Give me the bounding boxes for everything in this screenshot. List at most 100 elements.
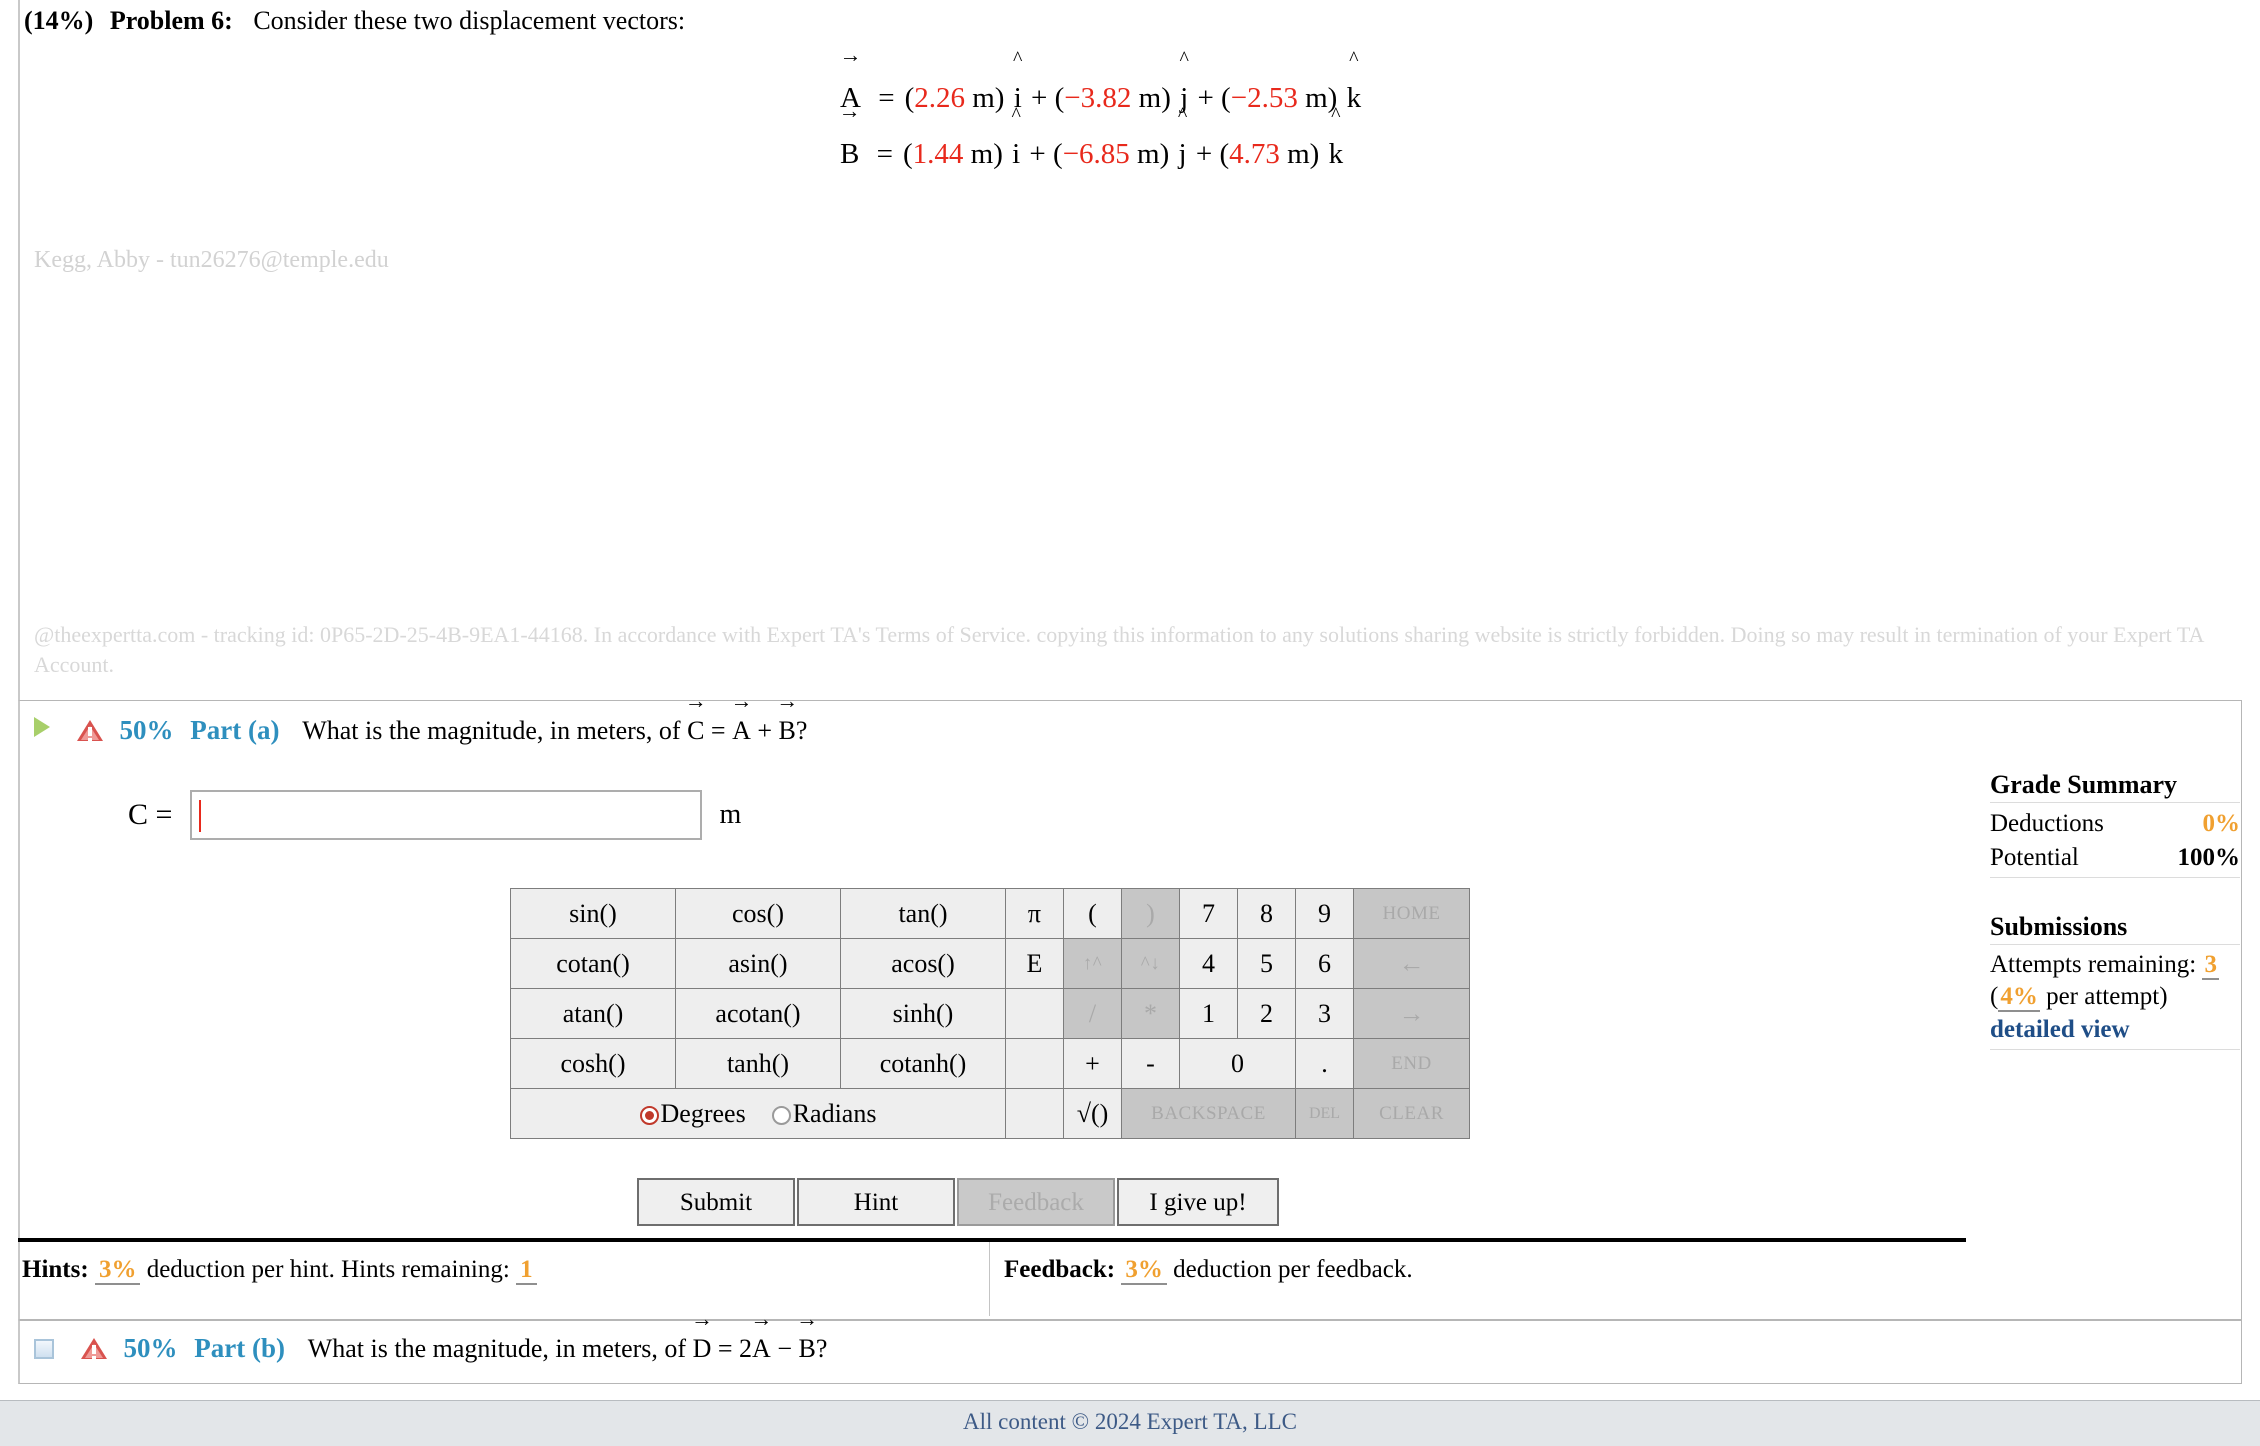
hint-button[interactable]: Hint bbox=[797, 1178, 955, 1226]
hat-icon: ^ bbox=[1013, 48, 1023, 70]
part-b-question: What is the magnitude, in meters, of → D … bbox=[307, 1306, 828, 1364]
key-0[interactable]: 0 bbox=[1179, 1038, 1296, 1089]
grade-summary-title: Grade Summary bbox=[1990, 770, 2178, 799]
key-blank-3[interactable] bbox=[1005, 1088, 1064, 1139]
deductions-label: Deductions bbox=[1990, 810, 2104, 837]
answer-input[interactable] bbox=[189, 790, 702, 840]
left-rail bbox=[0, 0, 18, 1400]
vector-a-y-unit: m bbox=[1138, 82, 1162, 114]
unit-vector-k: ^ k bbox=[1346, 48, 1362, 114]
label-degrees: Degrees bbox=[660, 1098, 746, 1128]
key-blank-1[interactable] bbox=[1005, 988, 1064, 1039]
label-radians: Radians bbox=[792, 1098, 877, 1128]
part-a-question: What is the magnitude, in meters, of → C … bbox=[302, 688, 808, 746]
hat-icon: ^ bbox=[1179, 48, 1189, 70]
key-decimal[interactable]: . bbox=[1295, 1038, 1354, 1089]
hat-icon: ^ bbox=[1011, 104, 1021, 126]
vector-arrow-icon: → bbox=[796, 1306, 819, 1331]
attempts-row: Attempts remaining: 3 bbox=[1990, 949, 2240, 981]
key-atan[interactable]: atan() bbox=[510, 988, 676, 1039]
part-b-percent: 50% bbox=[123, 1333, 178, 1363]
key-plus[interactable]: + bbox=[1063, 1038, 1122, 1089]
key-minus[interactable]: - bbox=[1121, 1038, 1180, 1089]
key-9[interactable]: 9 bbox=[1295, 888, 1354, 939]
give-up-button[interactable]: I give up! bbox=[1117, 1178, 1279, 1226]
problem-number: Problem 6: bbox=[109, 6, 233, 35]
vector-equation-b: → B = (1.44 m) ^ i + (−6.85 m) ^ j + (4.73 m… bbox=[839, 100, 1363, 182]
keypad-row: Degrees Radians √() BACKSPACE DEL CLEAR bbox=[510, 1088, 1470, 1139]
key-open-paren[interactable]: ( bbox=[1063, 888, 1122, 939]
key-acos[interactable]: acos() bbox=[840, 938, 1006, 989]
key-acotan[interactable]: acotan() bbox=[675, 988, 841, 1039]
part-b-header[interactable]: 50% Part (b) What is the magnitude, in m… bbox=[34, 1306, 828, 1364]
key-sin[interactable]: sin() bbox=[510, 888, 676, 939]
collapsed-box-icon[interactable] bbox=[34, 1339, 54, 1359]
hints-label: Hints: bbox=[22, 1256, 89, 1283]
detailed-view-link[interactable]: detailed view bbox=[1990, 1013, 2240, 1047]
potential-label: Potential bbox=[1990, 844, 2079, 871]
key-sqrt[interactable]: √() bbox=[1063, 1088, 1122, 1139]
vector-definitions: → A = (2.26 m) ^ i + (−3.82 m) ^ j + (−2.53 … bbox=[839, 44, 1363, 182]
key-7[interactable]: 7 bbox=[1179, 888, 1238, 939]
page-footer: All content © 2024 Expert TA, LLC bbox=[0, 1400, 2260, 1446]
radio-radians[interactable] bbox=[771, 1105, 791, 1125]
key-close-paren: ) bbox=[1121, 888, 1180, 939]
key-multiply: * bbox=[1121, 988, 1180, 1039]
vector-a-z-value: −2.53 bbox=[1230, 82, 1298, 114]
key-asin[interactable]: asin() bbox=[675, 938, 841, 989]
key-e[interactable]: E bbox=[1005, 938, 1064, 989]
part-b-panel: 50% Part (b) What is the magnitude, in m… bbox=[18, 1306, 2242, 1384]
vector-a-symbol: → A bbox=[750, 1306, 773, 1364]
part-a-header[interactable]: 50% Part (a) What is the magnitude, in m… bbox=[34, 688, 808, 746]
hints-deduction-percent: 3% bbox=[94, 1256, 141, 1285]
vector-b-x-unit: m bbox=[970, 138, 994, 170]
attempts-value: 3 bbox=[2202, 951, 2219, 980]
submit-button[interactable]: Submit bbox=[637, 1178, 795, 1226]
key-sinh[interactable]: sinh() bbox=[840, 988, 1006, 1039]
hat-icon: ^ bbox=[1177, 104, 1188, 126]
per-attempt-row: (4% per attempt) bbox=[1990, 981, 2240, 1013]
key-tanh[interactable]: tanh() bbox=[675, 1038, 841, 1089]
problem-statement-area: (14%) Problem 6: Consider these two disp… bbox=[18, 0, 2260, 700]
feedback-deduction-percent: 3% bbox=[1121, 1256, 1167, 1285]
action-buttons: Submit Hint Feedback I give up! bbox=[637, 1178, 1279, 1226]
vector-arrow-icon: → bbox=[750, 1306, 773, 1331]
key-blank-2[interactable] bbox=[1005, 1038, 1064, 1089]
key-6[interactable]: 6 bbox=[1295, 938, 1354, 989]
key-5[interactable]: 5 bbox=[1237, 938, 1296, 989]
per-attempt-text: per attempt) bbox=[2039, 983, 2168, 1010]
key-4[interactable]: 4 bbox=[1179, 938, 1238, 989]
key-8[interactable]: 8 bbox=[1237, 888, 1296, 939]
unit-vector-j: ^ j bbox=[1177, 104, 1188, 170]
key-pi[interactable]: π bbox=[1005, 888, 1064, 939]
angle-mode-selector[interactable]: Degrees Radians bbox=[510, 1088, 1006, 1139]
key-power-down: ^↓ bbox=[1121, 938, 1180, 989]
radio-degrees[interactable] bbox=[639, 1105, 659, 1125]
warning-icon bbox=[76, 718, 103, 742]
key-cos[interactable]: cos() bbox=[675, 888, 841, 939]
vector-arrow-icon: → bbox=[776, 688, 799, 713]
key-1[interactable]: 1 bbox=[1179, 988, 1238, 1039]
vector-arrow-icon: → bbox=[839, 42, 862, 67]
key-2[interactable]: 2 bbox=[1237, 988, 1296, 1039]
keypad-row: cotan() asin() acos() E ↑^ ^↓ 4 5 6 ← bbox=[510, 938, 1470, 989]
hints-remaining-count: 1 bbox=[516, 1256, 537, 1285]
vector-b-symbol: → B bbox=[796, 1306, 819, 1364]
feedback-text: deduction per feedback. bbox=[1173, 1256, 1413, 1283]
play-triangle-icon[interactable] bbox=[34, 717, 50, 737]
key-cotan[interactable]: cotan() bbox=[510, 938, 676, 989]
vector-b-symbol: → B bbox=[776, 688, 799, 746]
key-3[interactable]: 3 bbox=[1295, 988, 1354, 1039]
vector-equation-a: → A = (2.26 m) ^ i + (−3.82 m) ^ j + (−2.53 … bbox=[839, 44, 1363, 126]
keypad-row: sin() cos() tan() π ( ) 7 8 9 HOME bbox=[510, 888, 1470, 939]
vector-a-z-unit: m bbox=[1305, 82, 1328, 114]
potential-value: 100% bbox=[2177, 844, 2241, 871]
key-tan[interactable]: tan() bbox=[840, 888, 1006, 939]
key-clear: CLEAR bbox=[1353, 1088, 1470, 1139]
answer-variable-label: C = bbox=[128, 798, 173, 831]
per-attempt-value: 4% bbox=[1998, 983, 2040, 1012]
key-cosh[interactable]: cosh() bbox=[510, 1038, 676, 1089]
hints-feedback-bar: Hints: 3% deduction per hint. Hints rema… bbox=[18, 1238, 1966, 1316]
part-a-percent: 50% bbox=[119, 715, 174, 745]
key-cotanh[interactable]: cotanh() bbox=[840, 1038, 1006, 1089]
